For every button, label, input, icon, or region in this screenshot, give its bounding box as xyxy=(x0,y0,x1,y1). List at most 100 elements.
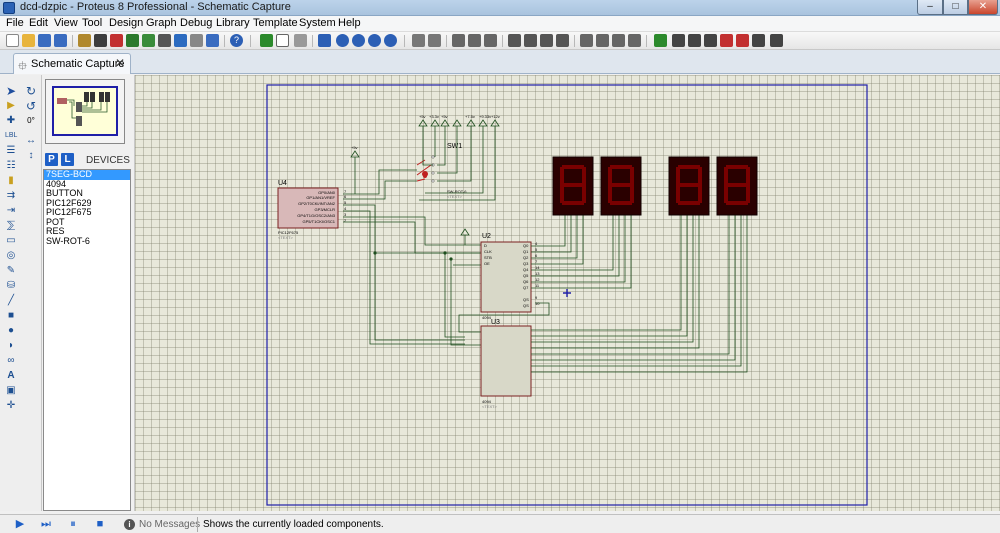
pick-devices-button[interactable]: P xyxy=(45,153,58,166)
seven-segment-display[interactable] xyxy=(716,156,758,216)
block-copy-icon[interactable] xyxy=(508,34,521,47)
schematic-canvas[interactable]: U4 PIC12F675 <TEXT> GP0/AN0 GP1/AN1/VREF… xyxy=(134,75,1000,511)
terminals-icon[interactable]: ⇉ xyxy=(5,190,17,202)
menu-template[interactable]: Template xyxy=(253,17,298,29)
component-mode-icon[interactable]: ▶ xyxy=(5,100,17,112)
refresh-icon[interactable] xyxy=(260,34,273,47)
remove-sheet-icon[interactable] xyxy=(720,34,733,47)
selection-mode-icon[interactable]: ➤ xyxy=(5,85,17,97)
zoom-out-icon[interactable] xyxy=(352,34,365,47)
menu-debug[interactable]: Debug xyxy=(180,17,212,29)
source-code-icon[interactable] xyxy=(190,34,203,47)
pick-device-icon[interactable] xyxy=(580,34,593,47)
circle-icon[interactable]: ● xyxy=(5,325,17,337)
mirror-horizontal-icon[interactable]: ↔ xyxy=(25,135,37,147)
property-assignment-icon[interactable] xyxy=(688,34,701,47)
subcircuit-icon[interactable]: ▮ xyxy=(5,175,17,187)
rotate-anticlockwise-icon[interactable]: ↺ xyxy=(25,100,37,112)
new-sheet-icon[interactable] xyxy=(704,34,717,47)
sw1-switch[interactable] xyxy=(416,155,435,183)
menu-graph[interactable]: Graph xyxy=(146,17,177,29)
menu-view[interactable]: View xyxy=(54,17,78,29)
home-icon[interactable] xyxy=(78,34,91,47)
pause-icon[interactable]: ⏸ xyxy=(67,518,79,530)
rotate-clockwise-icon[interactable]: ↻ xyxy=(25,85,37,97)
save-all-icon[interactable] xyxy=(54,34,67,47)
menu-tool[interactable]: Tool xyxy=(82,17,102,29)
menu-system[interactable]: System xyxy=(299,17,336,29)
text-script-icon[interactable]: ☰ xyxy=(5,145,17,157)
arc-icon[interactable]: ◗ xyxy=(5,340,17,352)
new-file-icon[interactable] xyxy=(6,34,19,47)
origin-icon[interactable] xyxy=(294,34,307,47)
message-count[interactable]: No Messages xyxy=(139,519,200,530)
symbol-icon[interactable]: ▣ xyxy=(5,385,17,397)
device-item[interactable]: SW-ROT-6 xyxy=(44,236,130,247)
zoom-all-icon[interactable] xyxy=(368,34,381,47)
marker-icon[interactable]: ✛ xyxy=(5,400,17,412)
library-manager-button[interactable]: L xyxy=(61,153,74,166)
menu-help[interactable]: Help xyxy=(338,17,361,29)
open-folder-icon[interactable] xyxy=(22,34,35,47)
box-icon[interactable]: ■ xyxy=(5,310,17,322)
voltage-probe-icon[interactable]: ✎ xyxy=(5,265,17,277)
block-rotate-icon[interactable] xyxy=(540,34,553,47)
wire-label-icon[interactable]: LBL xyxy=(5,130,17,142)
generator-icon[interactable]: ◎ xyxy=(5,250,17,262)
mirror-vertical-icon[interactable]: ↕ xyxy=(25,150,37,162)
undo-icon[interactable] xyxy=(412,34,425,47)
paste-icon[interactable] xyxy=(484,34,497,47)
pcb-layout-icon[interactable] xyxy=(110,34,123,47)
exit-to-parent-icon[interactable] xyxy=(736,34,749,47)
packaging-tool-icon[interactable] xyxy=(612,34,625,47)
grid-icon[interactable] xyxy=(276,34,289,47)
seven-segment-display[interactable] xyxy=(600,156,642,216)
block-delete-icon[interactable] xyxy=(556,34,569,47)
menu-library[interactable]: Library xyxy=(216,17,250,29)
zoom-in-icon[interactable] xyxy=(336,34,349,47)
schematic-icon[interactable] xyxy=(94,34,107,47)
3d-viewer-icon[interactable] xyxy=(126,34,139,47)
tab-schematic-capture[interactable]: ⯐ Schematic Capture ✕ xyxy=(13,53,131,74)
menu-file[interactable]: File xyxy=(6,17,24,29)
device-pins-icon[interactable]: ⇥ xyxy=(5,205,17,217)
close-button[interactable]: ✕ xyxy=(968,0,998,15)
netlist-icon[interactable] xyxy=(770,34,783,47)
copy-icon[interactable] xyxy=(468,34,481,47)
menu-edit[interactable]: Edit xyxy=(29,17,48,29)
virtual-instruments-icon[interactable]: ⛁ xyxy=(5,280,17,292)
decompose-icon[interactable] xyxy=(628,34,641,47)
tab-close-icon[interactable]: ✕ xyxy=(115,56,125,70)
save-icon[interactable] xyxy=(38,34,51,47)
tape-recorder-icon[interactable]: ▭ xyxy=(5,235,17,247)
closed-path-icon[interactable]: ∞ xyxy=(5,355,17,367)
overview-window[interactable] xyxy=(45,79,125,144)
stop-icon[interactable]: ■ xyxy=(94,518,106,530)
make-device-icon[interactable] xyxy=(596,34,609,47)
design-explorer-icon[interactable] xyxy=(174,34,187,47)
block-move-icon[interactable] xyxy=(524,34,537,47)
redo-icon[interactable] xyxy=(428,34,441,47)
minimize-button[interactable]: – xyxy=(917,0,943,15)
bom-icon[interactable] xyxy=(158,34,171,47)
search-tag-icon[interactable] xyxy=(672,34,685,47)
cut-icon[interactable] xyxy=(452,34,465,47)
play-icon[interactable]: ▶ xyxy=(14,518,26,530)
bill-of-materials-icon[interactable] xyxy=(752,34,765,47)
junction-dot-icon[interactable]: ✚ xyxy=(5,115,17,127)
line-icon[interactable]: ╱ xyxy=(5,295,17,307)
text-icon[interactable]: A xyxy=(5,370,17,382)
project-notes-icon[interactable] xyxy=(206,34,219,47)
help-icon[interactable]: ? xyxy=(230,34,243,47)
buses-icon[interactable]: ☷ xyxy=(5,160,17,172)
graph-mode-icon[interactable]: ⅀ xyxy=(5,220,17,232)
u3-body[interactable] xyxy=(480,325,532,397)
maximize-button[interactable]: □ xyxy=(943,0,968,15)
wire-autorouter-icon[interactable] xyxy=(654,34,667,47)
seven-segment-display[interactable] xyxy=(668,156,710,216)
gerber-icon[interactable] xyxy=(142,34,155,47)
menu-design[interactable]: Design xyxy=(109,17,143,29)
seven-segment-display[interactable] xyxy=(552,156,594,216)
zoom-area-icon[interactable] xyxy=(384,34,397,47)
pan-icon[interactable] xyxy=(318,34,331,47)
